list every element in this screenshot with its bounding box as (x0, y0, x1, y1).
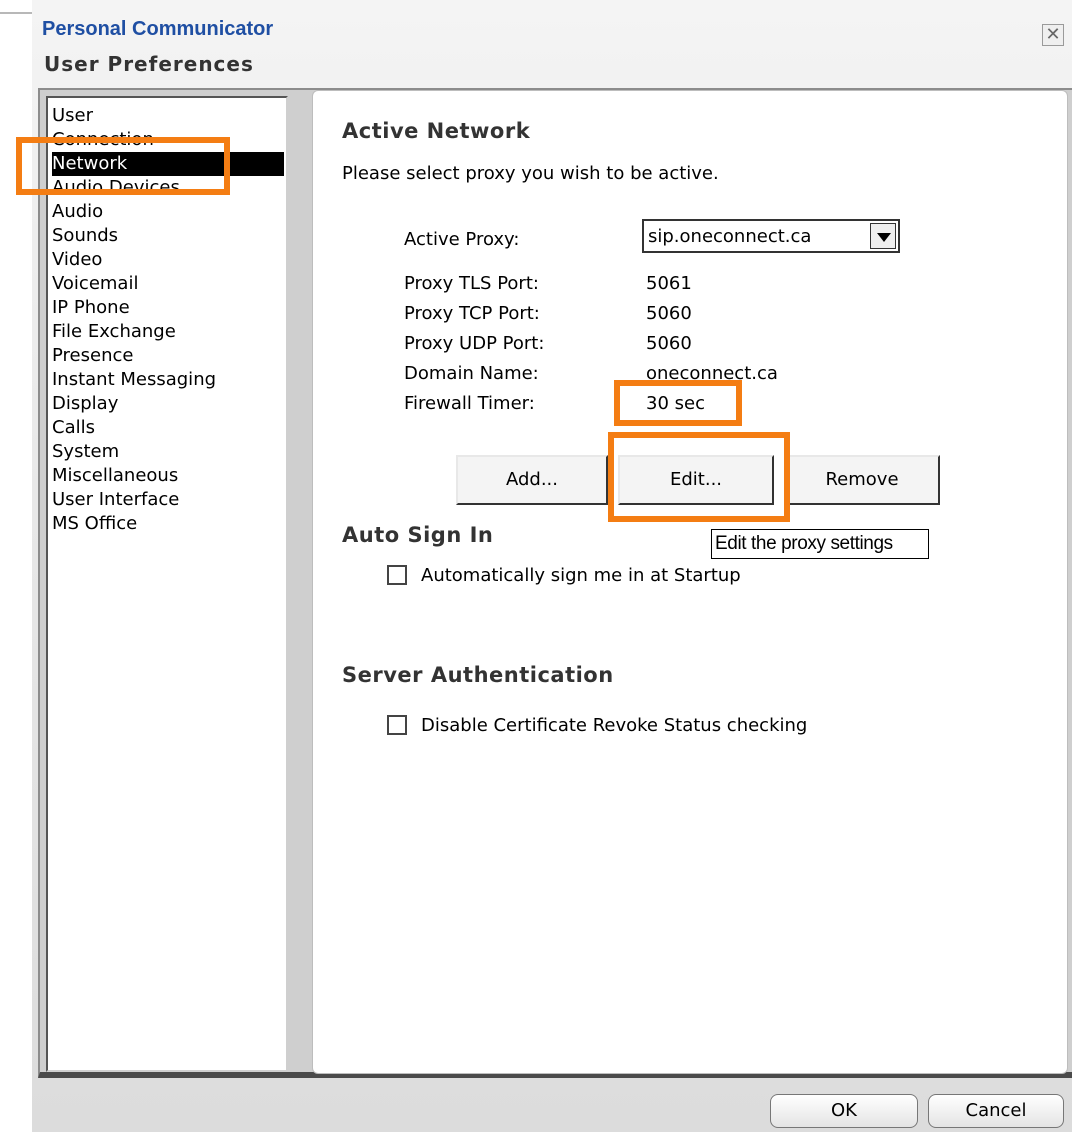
disable-crl-checkbox[interactable] (387, 715, 407, 735)
active-network-description: Please select proxy you wish to be activ… (342, 163, 719, 184)
proxy-tls-port-label: Proxy TLS Port: (404, 273, 539, 294)
active-proxy-value: sip.oneconnect.ca (648, 226, 812, 247)
active-proxy-select[interactable]: sip.oneconnect.ca (642, 219, 900, 253)
proxy-tcp-port-value: 5060 (646, 303, 692, 324)
server-authentication-heading: Server Authentication (342, 663, 614, 687)
sidebar-item-video[interactable]: Video (52, 248, 284, 272)
proxy-tls-port-value: 5061 (646, 273, 692, 294)
active-proxy-label: Active Proxy: (404, 229, 520, 250)
auto-sign-in-label[interactable]: Automatically sign me in at Startup (421, 565, 741, 586)
sidebar-item-miscellaneous[interactable]: Miscellaneous (52, 464, 284, 488)
app-title: Personal Communicator (42, 18, 274, 40)
sidebar-item-calls[interactable]: Calls (52, 416, 284, 440)
sidebar-item-user[interactable]: User (52, 104, 284, 128)
active-network-heading: Active Network (342, 119, 531, 143)
domain-name-label: Domain Name: (404, 363, 539, 384)
sidebar-item-ms-office[interactable]: MS Office (52, 512, 284, 536)
sidebar-item-system[interactable]: System (52, 440, 284, 464)
close-button[interactable]: ✕ (1042, 24, 1064, 46)
network-settings-panel: Active Network Please select proxy you w… (312, 90, 1068, 1074)
sidebar-item-instant-messaging[interactable]: Instant Messaging (52, 368, 284, 392)
sidebar-item-user-interface[interactable]: User Interface (52, 488, 284, 512)
ok-button[interactable]: OK (770, 1094, 918, 1128)
sidebar-item-presence[interactable]: Presence (52, 344, 284, 368)
edit-proxy-tooltip: Edit the proxy settings (711, 529, 929, 559)
preferences-dialog: Personal Communicator User Preferences ✕… (16, 0, 1072, 1132)
window-edge-line (0, 12, 32, 14)
close-icon: ✕ (1045, 24, 1061, 45)
preferences-category-list[interactable]: User Connection Network Audio Devices Au… (46, 96, 288, 1072)
proxy-udp-port-label: Proxy UDP Port: (404, 333, 545, 354)
chevron-down-icon[interactable] (870, 223, 896, 249)
cancel-button[interactable]: Cancel (928, 1094, 1064, 1128)
auto-sign-in-heading: Auto Sign In (342, 523, 494, 547)
sidebar-item-file-exchange[interactable]: File Exchange (52, 320, 284, 344)
sidebar-item-audio[interactable]: Audio (52, 200, 284, 224)
auto-sign-in-checkbox[interactable] (387, 565, 407, 585)
firewall-timer-highlight-box (614, 380, 742, 426)
proxy-udp-port-value: 5060 (646, 333, 692, 354)
network-highlight-box (16, 137, 230, 195)
sidebar-item-sounds[interactable]: Sounds (52, 224, 284, 248)
sidebar-item-ip-phone[interactable]: IP Phone (52, 296, 284, 320)
category-list-inner: User Connection Network Audio Devices Au… (52, 104, 284, 1044)
sidebar-item-display[interactable]: Display (52, 392, 284, 416)
proxy-tcp-port-label: Proxy TCP Port: (404, 303, 540, 324)
edit-button-highlight-box (608, 432, 790, 522)
disable-crl-label[interactable]: Disable Certificate Revoke Status checki… (421, 715, 807, 736)
firewall-timer-label: Firewall Timer: (404, 393, 535, 414)
sidebar-item-voicemail[interactable]: Voicemail (52, 272, 284, 296)
page-title: User Preferences (44, 52, 254, 76)
remove-proxy-button[interactable]: Remove (784, 455, 940, 505)
add-proxy-button[interactable]: Add... (456, 455, 608, 505)
